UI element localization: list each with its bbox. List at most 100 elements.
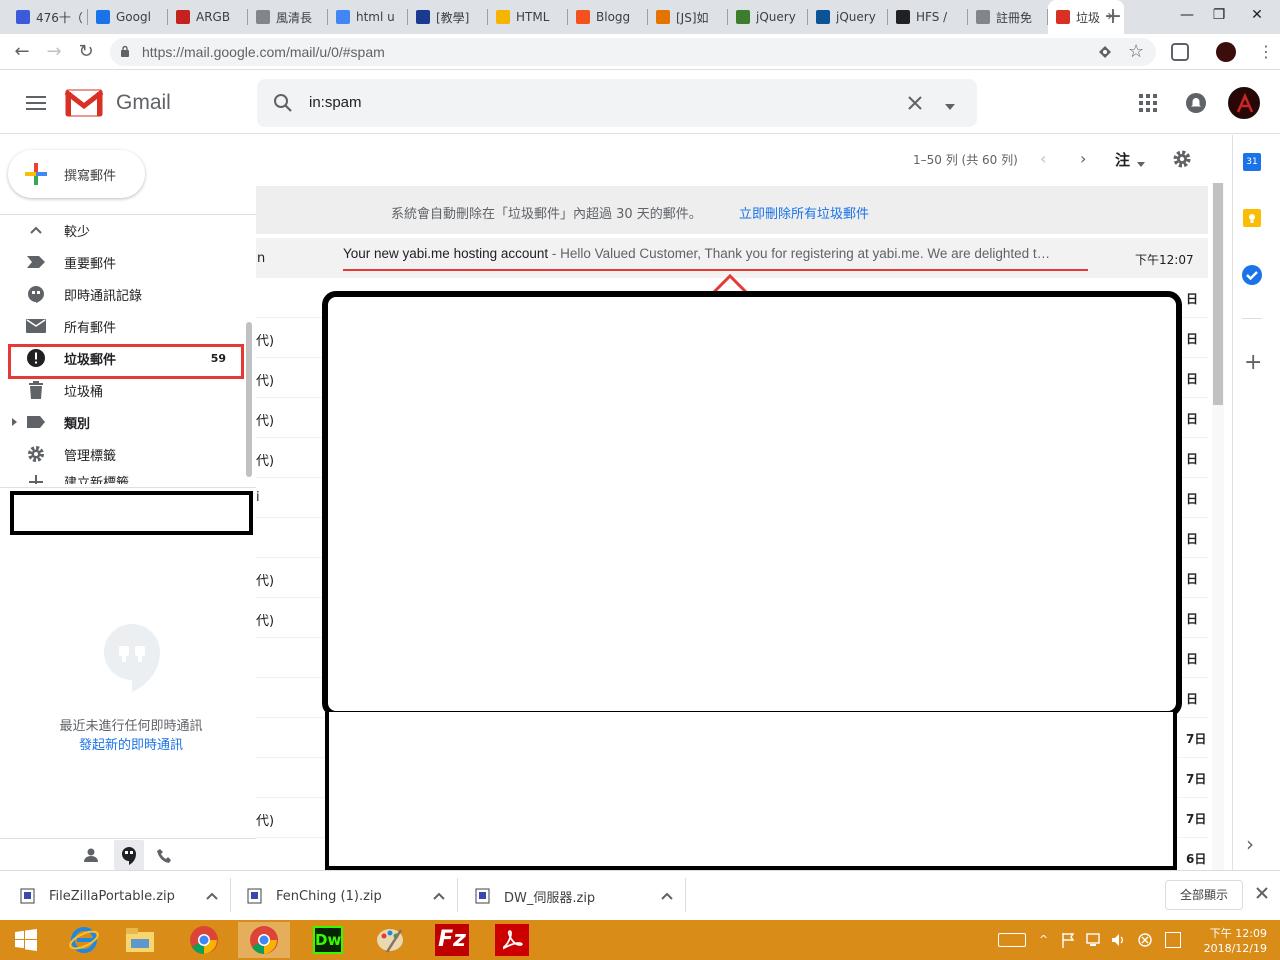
dreamweaver-icon[interactable]: Dw — [302, 922, 354, 958]
browser-tab[interactable]: jQuery — [808, 0, 888, 34]
start-button[interactable] — [0, 922, 52, 958]
apps-grid-icon[interactable] — [1139, 94, 1157, 112]
close-window-button[interactable]: ✕ — [1240, 0, 1274, 30]
action-center-flag-icon[interactable] — [1061, 932, 1075, 948]
browser-tab[interactable]: 風清長 — [248, 0, 328, 34]
sidebar-item[interactable]: 所有郵件 — [0, 310, 244, 342]
browser-tab[interactable]: Googl — [88, 0, 168, 34]
network-icon[interactable] — [1085, 932, 1101, 948]
sidebar-item[interactable]: 較少 — [0, 214, 244, 246]
mail-search-box[interactable] — [257, 79, 977, 127]
ie-icon[interactable] — [58, 922, 110, 958]
notifications-icon[interactable] — [1186, 93, 1206, 113]
forward-button[interactable]: → — [42, 40, 66, 64]
browser-tab[interactable]: [JS]如 — [648, 0, 728, 34]
redaction-box — [10, 491, 253, 535]
clock-time[interactable]: 下午 12:09 — [1195, 925, 1267, 941]
input-tools-dropdown-icon[interactable] — [1137, 156, 1145, 167]
redaction-box-lower — [325, 712, 1177, 870]
sidebar-item[interactable]: 建立新標籤 — [0, 470, 244, 484]
clock-date[interactable]: 2018/12/19 — [1195, 942, 1267, 955]
filezilla-icon[interactable]: Fz — [426, 922, 478, 958]
sidebar-item-label: 管理標籤 — [64, 448, 117, 464]
prev-page-icon[interactable]: ‹ — [1040, 149, 1046, 168]
sidebar-item[interactable]: 即時通訊記錄 — [0, 278, 244, 310]
maximize-button[interactable]: ❐ — [1202, 0, 1236, 30]
download-menu-chevron-icon[interactable] — [206, 889, 218, 900]
delete-all-spam-link[interactable]: 立即刪除所有垃圾郵件 — [739, 203, 869, 222]
get-addons-plus-icon[interactable]: + — [1244, 352, 1262, 374]
back-button[interactable]: ← — [10, 40, 34, 64]
mail-row-date: 日 — [1186, 612, 1199, 626]
tasks-icon[interactable] — [1242, 265, 1262, 285]
tab-favicon-icon — [816, 10, 830, 24]
settings-gear-icon[interactable] — [1172, 149, 1192, 169]
browser-tab[interactable]: HTML — [488, 0, 568, 34]
browser-tab[interactable]: 476十（ — [8, 0, 88, 34]
keyboard-icon[interactable] — [998, 933, 1026, 947]
sidebar-item[interactable]: 類別 — [0, 406, 244, 438]
hangouts-footer-divider — [0, 838, 256, 839]
phone-icon[interactable] — [156, 847, 174, 865]
hangouts-start-link[interactable]: 發起新的即時通訊 — [0, 734, 262, 753]
chrome-icon[interactable] — [178, 922, 230, 958]
browser-tab[interactable]: ARGB — [168, 0, 248, 34]
calendar-icon[interactable]: 31 — [1243, 153, 1261, 171]
download-separator — [457, 878, 458, 912]
expand-caret-icon[interactable] — [12, 416, 18, 426]
expand-panel-icon[interactable]: › — [1246, 832, 1254, 856]
location-icon[interactable] — [1097, 44, 1113, 60]
browser-tab[interactable]: HFS / — [888, 0, 968, 34]
extension-icon[interactable] — [1171, 43, 1189, 61]
bookmark-star-icon[interactable]: ☆ — [1128, 41, 1144, 62]
download-item[interactable]: FenChing (1).zip — [247, 878, 447, 914]
browser-tab[interactable]: html u — [328, 0, 408, 34]
sidebar-item[interactable]: 重要郵件 — [0, 246, 244, 278]
profile-avatar[interactable] — [1216, 42, 1236, 62]
clear-search-icon[interactable] — [906, 94, 924, 112]
volume-icon[interactable] — [1110, 932, 1126, 948]
main-menu-icon[interactable] — [26, 96, 46, 110]
search-input[interactable]: in:spam — [309, 94, 362, 111]
compose-button[interactable]: 撰寫郵件 — [8, 150, 145, 198]
sidebar-item-label: 重要郵件 — [64, 256, 117, 272]
zip-file-icon — [247, 888, 263, 904]
file-explorer-icon[interactable] — [114, 922, 166, 958]
download-item[interactable]: DW_伺服器.zip — [475, 878, 675, 914]
browser-tab[interactable]: jQuery — [728, 0, 808, 34]
download-menu-chevron-icon[interactable] — [433, 889, 445, 900]
tab-title: ARGB — [196, 10, 231, 24]
paint-icon[interactable] — [364, 922, 416, 958]
keep-icon[interactable] — [1243, 209, 1261, 227]
browser-menu-icon[interactable]: ⋮ — [1258, 42, 1274, 61]
tab-favicon-icon — [176, 10, 190, 24]
close-downloads-icon[interactable] — [1255, 886, 1269, 900]
download-item[interactable]: FileZillaPortable.zip — [20, 878, 220, 914]
sync-icon[interactable] — [1137, 932, 1153, 948]
chrome-active-icon[interactable] — [238, 922, 290, 958]
minimize-button[interactable]: — — [1170, 0, 1204, 30]
notification-icon[interactable] — [1165, 932, 1181, 948]
new-tab-button[interactable]: + — [1100, 4, 1126, 30]
input-tools-button[interactable]: 注 — [1115, 149, 1130, 170]
browser-tab[interactable]: 註冊免 — [968, 0, 1048, 34]
hangouts-empty-text: 最近未進行任何即時通訊 — [59, 719, 203, 734]
account-avatar[interactable] — [1228, 87, 1260, 119]
mail-scrollbar-thumb[interactable] — [1213, 183, 1223, 405]
acrobat-icon[interactable] — [486, 922, 538, 958]
reload-button[interactable]: ↻ — [74, 40, 98, 64]
hangouts-tab-button[interactable] — [114, 840, 144, 870]
url-text[interactable]: https://mail.google.com/mail/u/0/#spam — [142, 44, 385, 60]
sidebar-scrollbar[interactable] — [246, 322, 252, 477]
browser-tab[interactable]: Blogg — [568, 0, 648, 34]
search-options-icon[interactable] — [944, 100, 956, 110]
show-hidden-icons-icon[interactable]: ^ — [1039, 933, 1048, 946]
browser-tab[interactable]: [教學] — [408, 0, 488, 34]
sidebar-item[interactable]: 管理標籤 — [0, 438, 244, 470]
contacts-icon[interactable] — [82, 846, 100, 864]
search-icon[interactable] — [273, 93, 293, 113]
download-menu-chevron-icon[interactable] — [661, 889, 673, 900]
show-all-downloads-button[interactable]: 全部顯示 — [1165, 880, 1243, 910]
next-page-icon[interactable]: › — [1080, 149, 1086, 168]
gmail-logo-icon[interactable] — [64, 89, 104, 117]
